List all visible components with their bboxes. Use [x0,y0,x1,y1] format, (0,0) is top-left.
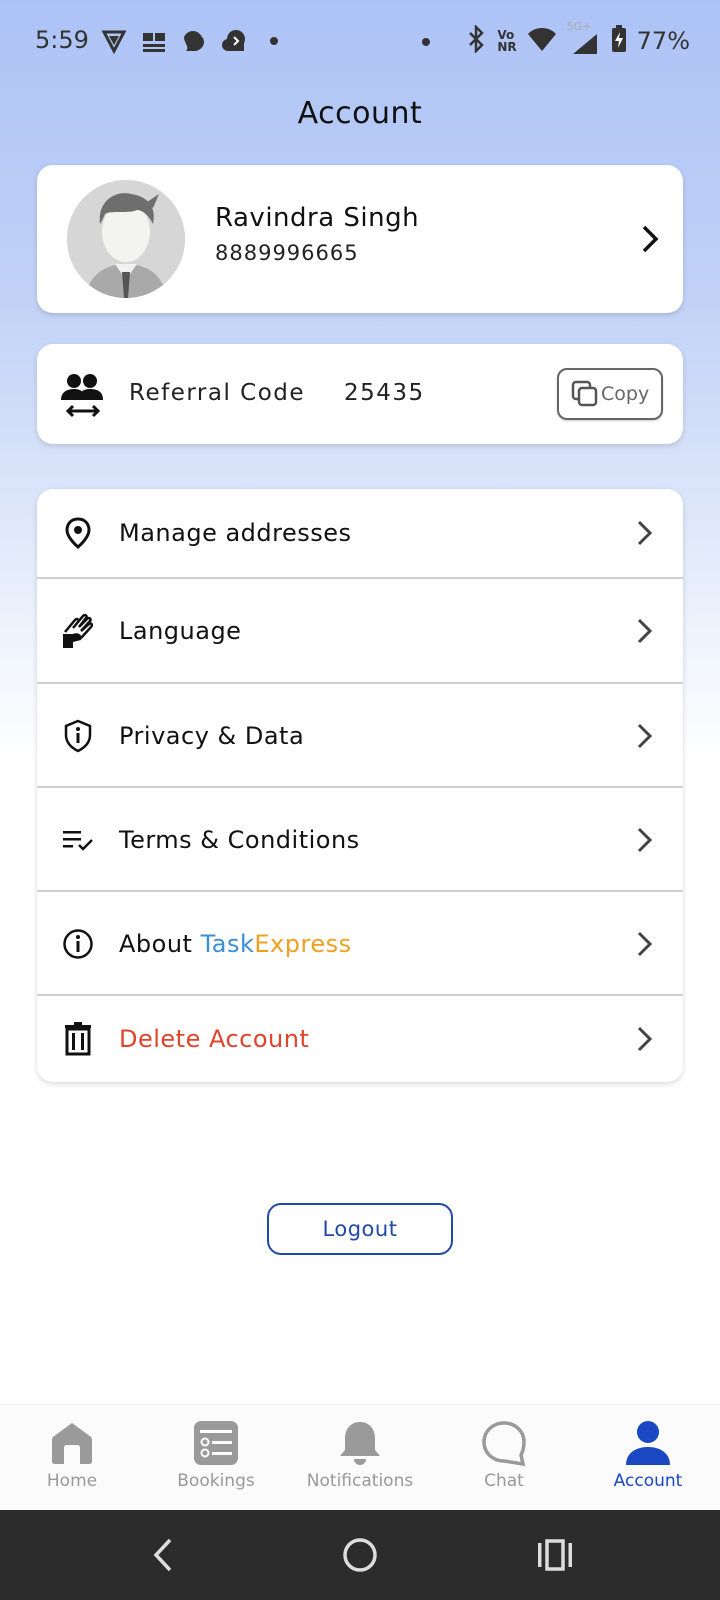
referral-code: 25435 [344,380,425,406]
status-left-icons [100,24,288,58]
location-pin-icon [61,516,95,550]
chat-bubble-icon [480,1419,528,1467]
page-title: Account [297,96,423,131]
menu-label-terms: Terms & Conditions [119,826,360,854]
nav-bookings[interactable]: Bookings [144,1405,288,1510]
vpn-shield-icon [100,27,128,55]
referral-card: Referral Code 25435 Copy [37,344,683,444]
brand-express: Express [254,930,352,958]
bell-icon [336,1419,384,1467]
nav-label-chat: Chat [484,1471,524,1491]
copy-label: Copy [601,383,650,405]
nav-label-notifications: Notifications [306,1471,414,1491]
status-bar: 5:59 Vo NR 5G+ 77% [0,0,720,84]
nav-account[interactable]: Account [576,1405,720,1510]
bluetooth-icon [465,23,487,57]
profile-name: Ravindra Singh [215,203,420,233]
copy-icon [571,380,599,408]
wifi-icon [527,26,557,56]
signal-5g-icon: 5G+ [567,20,601,56]
bookings-list-icon [192,1419,240,1467]
home-icon [48,1419,96,1467]
recents-icon[interactable] [532,1532,578,1578]
chevron-right-icon [635,616,655,646]
trash-icon [61,1022,95,1056]
menu-label-manage-addresses: Manage addresses [119,519,352,547]
sign-language-icon [61,613,95,648]
info-icon [61,927,95,961]
home-circle-icon[interactable] [337,1532,383,1578]
person-icon [624,1419,672,1467]
nav-label-home: Home [46,1471,98,1491]
referral-label: Referral Code [129,380,306,406]
bottom-nav: Home Bookings Notifications Chat Account [0,1404,720,1510]
menu-item-manage-addresses[interactable]: Manage addresses [37,489,683,577]
chevron-right-icon [635,825,655,855]
nav-label-account: Account [613,1471,683,1491]
checklist-icon [61,823,95,857]
cloud-icon [220,27,248,55]
menu-item-privacy[interactable]: Privacy & Data [37,684,683,788]
profile-phone: 8889996665 [215,241,359,265]
referral-people-icon [61,372,105,418]
menu-label-privacy: Privacy & Data [119,722,305,750]
shield-info-icon [61,719,95,753]
status-time: 5:59 [35,26,89,54]
bird-icon [180,27,208,55]
chevron-right-icon [635,221,665,257]
profile-card[interactable]: Ravindra Singh 8889996665 [37,165,683,313]
nav-chat[interactable]: Chat [432,1405,576,1510]
battery-percentage: 77% [636,27,690,55]
menu-label-delete-account: Delete Account [119,1025,310,1053]
menu-item-language[interactable]: Language [37,579,683,683]
menu-item-about[interactable]: About TaskExpress [37,892,683,996]
brand-task: Task [200,930,255,958]
chevron-right-icon [635,1024,655,1054]
dot-icon [421,32,431,51]
vonr-icon: Vo NR [497,29,516,53]
dot-icon [260,27,288,55]
copy-button[interactable]: Copy [557,368,663,420]
menu-label-language: Language [119,617,242,645]
nav-label-bookings: Bookings [177,1471,255,1491]
system-nav-bar [0,1510,720,1600]
vonr-bottom: NR [497,40,517,54]
about-prefix: About [119,930,201,958]
menu-label-about: About TaskExpress [119,930,352,958]
settings-menu: Manage addresses Language Privacy & Data… [37,489,683,1082]
menu-item-terms[interactable]: Terms & Conditions [37,788,683,892]
chevron-right-icon [635,721,655,751]
logout-button[interactable]: Logout [267,1203,453,1255]
chevron-right-icon [635,518,655,548]
back-icon[interactable] [140,1532,186,1578]
battery-charging-icon [611,25,627,57]
nav-home[interactable]: Home [0,1405,144,1510]
avatar [67,180,185,298]
menu-item-delete-account[interactable]: Delete Account [37,996,683,1082]
status-right-icons: Vo NR 5G+ 77% [421,20,690,58]
chevron-right-icon [635,929,655,959]
nav-notifications[interactable]: Notifications [288,1405,432,1510]
news-app-icon [140,27,168,55]
